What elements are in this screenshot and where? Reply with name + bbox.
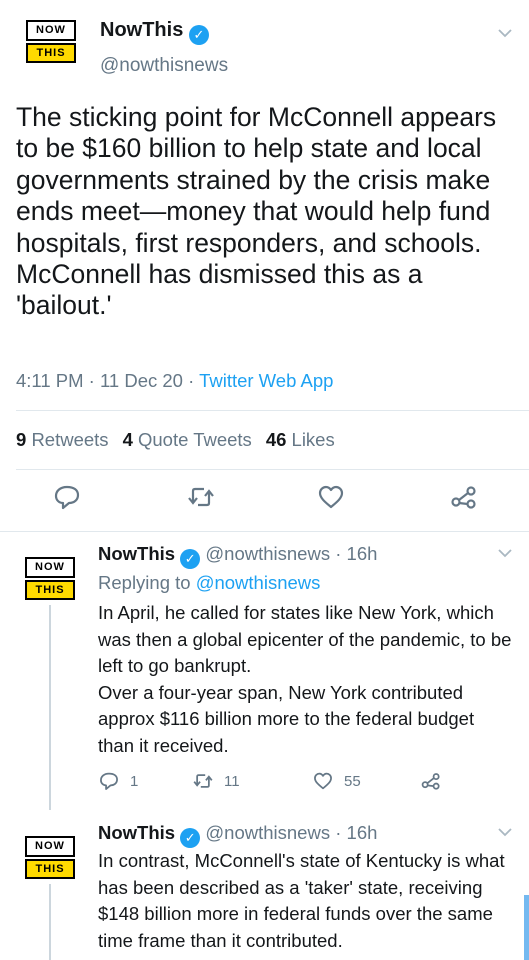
verified-badge-icon: ✓	[180, 828, 201, 848]
share-button[interactable]	[420, 770, 442, 792]
verified-badge-icon: ✓	[180, 549, 201, 569]
replying-to: Replying to @nowthisnews	[98, 572, 321, 593]
author-name[interactable]: NowThis	[98, 822, 175, 843]
reply-count: 1	[130, 772, 139, 790]
logo-now-text: NOW	[26, 20, 76, 41]
nowthis-avatar[interactable]: NOW THIS	[25, 836, 75, 879]
retweet-icon	[193, 774, 213, 788]
reply-button[interactable]: 1	[98, 770, 138, 792]
nowthis-avatar[interactable]: NOW THIS	[26, 20, 76, 63]
tweet-source-link[interactable]: Twitter Web App	[199, 370, 333, 391]
reply-header: NowThis ✓ @nowthisnews · 16h	[98, 543, 377, 569]
retweet-button[interactable]: 11	[192, 770, 240, 792]
chevron-down-icon[interactable]	[497, 826, 513, 838]
replying-to-link[interactable]: @nowthisnews	[196, 572, 321, 593]
verified-badge-icon: ✓	[188, 25, 209, 45]
heart-icon[interactable]	[316, 482, 346, 512]
author-handle[interactable]: @nowthisnews	[205, 543, 330, 564]
reply-icon	[100, 772, 118, 790]
logo-now-text: NOW	[25, 836, 75, 857]
retweet-count: 11	[224, 772, 240, 790]
tweet-time: 4:11 PM	[16, 370, 84, 391]
likes-stat[interactable]: 46 Likes	[266, 429, 335, 450]
heart-icon	[314, 772, 332, 790]
tweet-text: The sticking point for McConnell appears…	[16, 102, 497, 321]
reply-icon[interactable]	[52, 482, 82, 512]
scrollbar[interactable]	[524, 895, 529, 960]
logo-this-text: THIS	[25, 580, 75, 600]
logo-now-text: NOW	[25, 557, 75, 578]
tweet-text: In April, he called for states like New …	[98, 602, 512, 756]
retweet-icon[interactable]	[186, 482, 216, 512]
thread-line	[49, 605, 51, 810]
reply-header: NowThis ✓ @nowthisnews · 16h	[98, 822, 377, 848]
chevron-down-icon[interactable]	[497, 27, 513, 39]
tweet-date: 11 Dec 20	[99, 370, 183, 391]
share-icon	[421, 773, 440, 790]
like-count: 55	[344, 772, 361, 790]
author-name[interactable]: NowThis ✓	[100, 19, 209, 45]
tweet-age: 16h	[346, 822, 378, 843]
engagement-stats: 9 Retweets 4 Quote Tweets 46 Likes	[16, 429, 335, 451]
nowthis-avatar[interactable]: NOW THIS	[25, 557, 75, 600]
tweet-text: In contrast, McConnell's state of Kentuc…	[98, 850, 505, 951]
divider	[16, 410, 529, 411]
tweet-age: 16h	[346, 543, 378, 564]
author-handle[interactable]: @nowthisnews	[205, 822, 330, 843]
like-button[interactable]: 55	[312, 770, 361, 792]
divider	[0, 531, 529, 532]
chevron-down-icon[interactable]	[497, 547, 513, 559]
logo-this-text: THIS	[25, 859, 75, 879]
author-handle[interactable]: @nowthisnews	[100, 55, 228, 77]
share-icon[interactable]	[449, 482, 479, 512]
author-name[interactable]: NowThis	[98, 543, 175, 564]
logo-this-text: THIS	[26, 43, 76, 63]
quote-tweets-stat[interactable]: 4 Quote Tweets	[123, 429, 252, 450]
thread-line	[49, 884, 51, 960]
divider	[16, 469, 529, 470]
retweets-stat[interactable]: 9 Retweets	[16, 429, 109, 450]
tweet-meta: 4:11 PM · 11 Dec 20 · Twitter Web App	[16, 370, 334, 391]
